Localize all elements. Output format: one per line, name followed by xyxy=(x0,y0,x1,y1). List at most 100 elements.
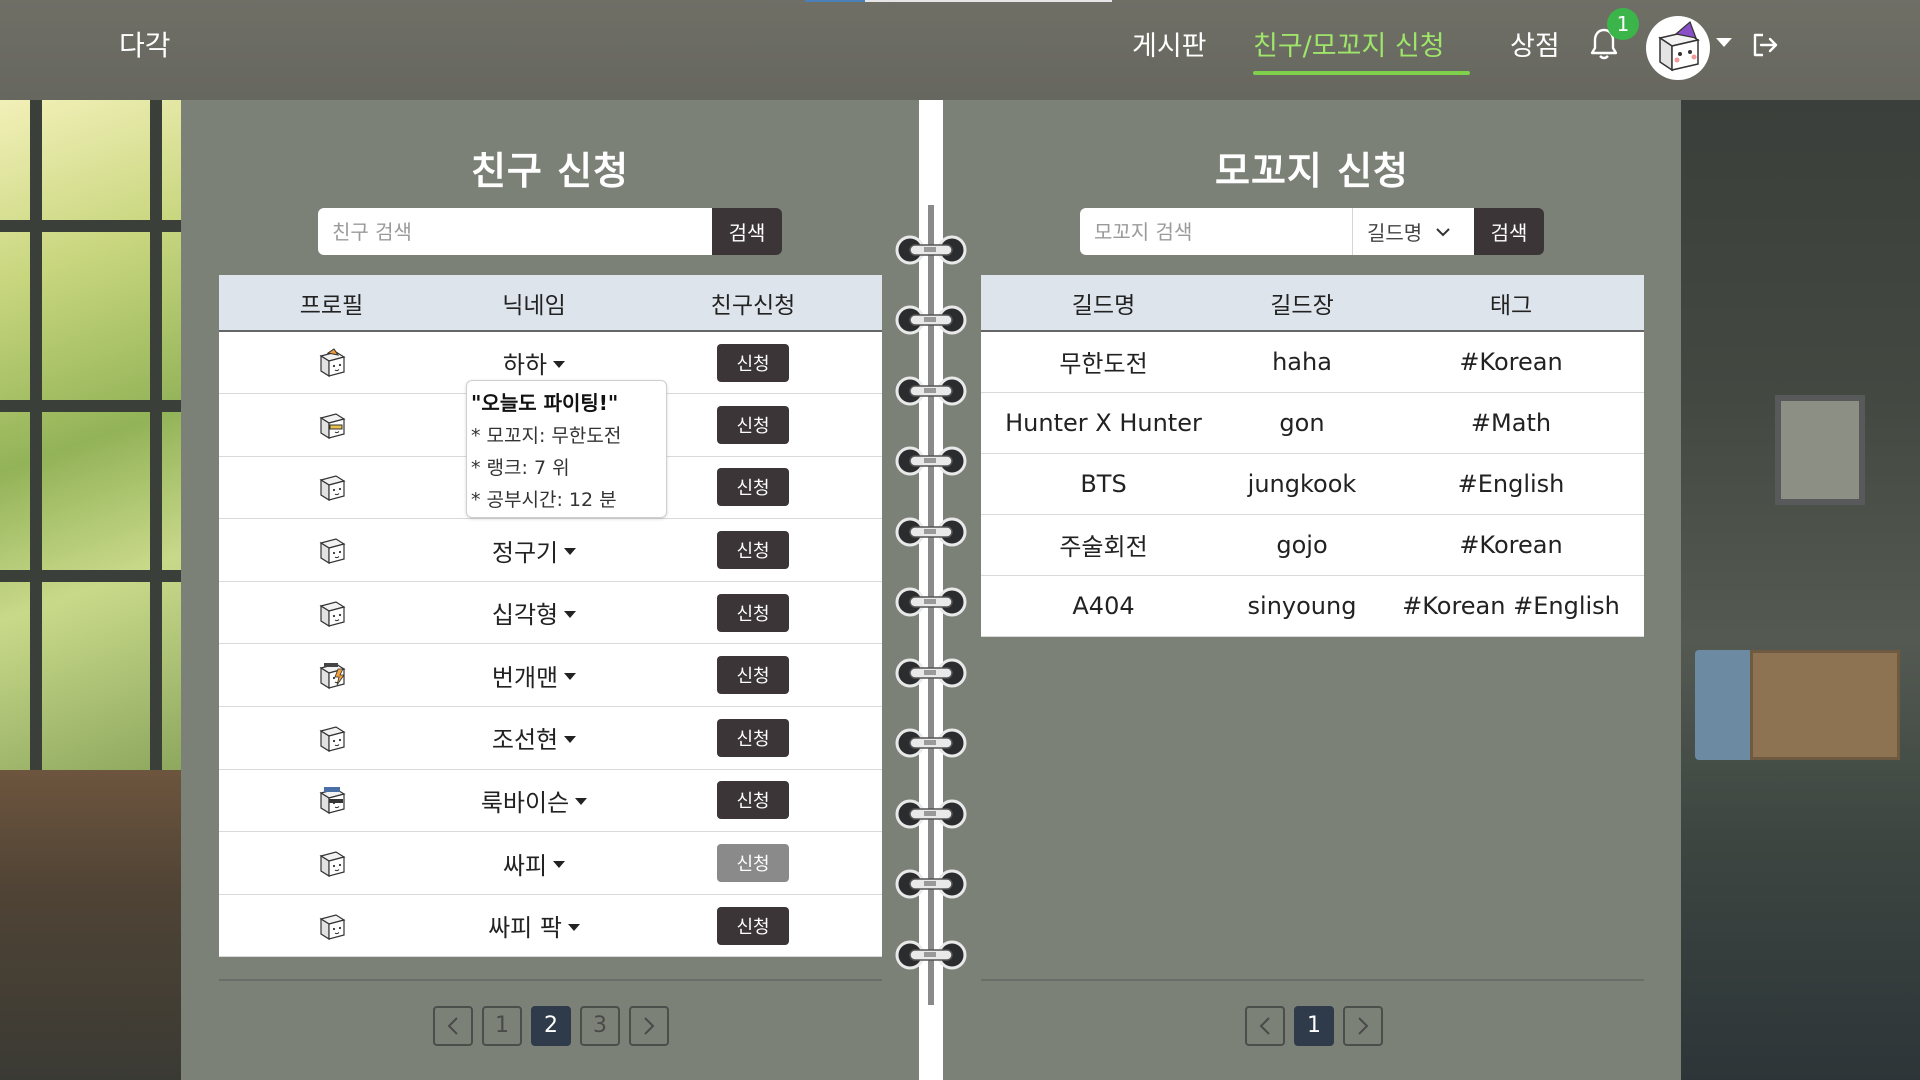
friend-request-button[interactable]: 신청 xyxy=(717,468,789,507)
friend-row: 싸피 신청 xyxy=(219,831,882,895)
friend-request-button[interactable]: 신청 xyxy=(717,718,789,757)
cube-avatar-plain-icon[interactable] xyxy=(316,723,348,752)
user-avatar[interactable] xyxy=(1646,16,1710,80)
friend-request-button[interactable]: 신청 xyxy=(717,781,789,820)
friend-profile-cell xyxy=(219,706,444,770)
friend-request-button[interactable]: 신청 xyxy=(717,906,789,945)
friend-row: 룩바이슨 신청 xyxy=(219,769,882,833)
app-logo[interactable]: 다각 xyxy=(119,24,171,64)
friend-nickname-cell: 싸피 팍 xyxy=(444,894,624,958)
cube-avatar-orange-hat-icon[interactable] xyxy=(316,347,348,377)
friend-nickname-dropdown[interactable]: 룩바이슨 xyxy=(481,783,588,818)
pagination-prev-button[interactable] xyxy=(433,1006,473,1046)
friend-request-button[interactable]: 신청 xyxy=(717,593,789,632)
friend-profile-cell xyxy=(219,581,444,645)
friend-profile-cell xyxy=(219,456,444,520)
friend-nickname-cell: 정구기 xyxy=(444,518,624,582)
cube-avatar-glasses-icon[interactable] xyxy=(316,410,348,439)
guild-table-header: 길드명 길드장 태그 xyxy=(981,275,1644,332)
column-header-guild-name: 길드명 xyxy=(981,275,1226,332)
friend-request-button[interactable]: 신청 xyxy=(717,844,789,883)
guild-tags: #Math xyxy=(1378,392,1644,454)
cube-avatar-lightning-icon[interactable] xyxy=(316,660,348,690)
nav-friend-guild-link[interactable]: 친구/모꼬지 신청 xyxy=(1253,24,1445,63)
guild-tags: #Korean xyxy=(1378,514,1644,576)
cube-avatar-plain-icon[interactable] xyxy=(316,911,348,940)
friend-profile-cell xyxy=(219,331,444,395)
caret-down-icon xyxy=(564,673,577,681)
friend-nickname-dropdown[interactable]: 싸피 팍 xyxy=(488,908,580,943)
friend-nickname-dropdown[interactable]: 정구기 xyxy=(491,533,577,568)
nav-shop-link[interactable]: 상점 xyxy=(1510,24,1560,63)
notebook-spiral-rings xyxy=(895,205,967,1005)
friend-request-button[interactable]: 신청 xyxy=(717,343,789,382)
friend-request-cell: 신청 xyxy=(624,643,882,708)
friend-profile-cell xyxy=(219,894,444,958)
cube-avatar-plain-icon[interactable] xyxy=(316,598,348,627)
pagination-page-2[interactable]: 2 xyxy=(531,1006,571,1046)
user-menu-caret-icon[interactable] xyxy=(1716,38,1732,47)
background-picture-frame xyxy=(1775,395,1865,505)
guild-row[interactable]: A404 sinyoung #Korean #English xyxy=(981,575,1644,637)
guild-tags: #Korean xyxy=(1378,331,1644,393)
friend-profile-cell xyxy=(219,769,444,833)
friend-nickname-cell: 번개맨 xyxy=(444,643,624,708)
friend-nickname: 조선현 xyxy=(491,726,559,755)
guild-table: 길드명 길드장 태그 무한도전 haha #Korean Hunter X Hunte… xyxy=(981,275,1644,637)
guild-row[interactable]: Hunter X Hunter gon #Math xyxy=(981,392,1644,454)
cube-avatar-plain-icon[interactable] xyxy=(316,535,348,565)
cube-avatar-plain-icon[interactable] xyxy=(316,472,348,502)
friend-request-button[interactable]: 신청 xyxy=(717,405,789,444)
friend-nickname-dropdown[interactable]: 십각형 xyxy=(492,595,577,630)
friend-search-input[interactable] xyxy=(318,208,712,255)
chevron-left-icon xyxy=(1259,1017,1270,1035)
friend-nickname-dropdown[interactable]: 하하 xyxy=(502,345,566,380)
guild-name: 주술회전 xyxy=(981,514,1226,576)
column-header-tags: 태그 xyxy=(1378,275,1644,332)
friend-nickname: 번개맨 xyxy=(491,663,559,692)
window-frame xyxy=(30,100,42,780)
friend-request-button[interactable]: 신청 xyxy=(717,656,789,695)
guild-row[interactable]: 무한도전 haha #Korean xyxy=(981,331,1644,393)
guild-row[interactable]: BTS jungkook #English xyxy=(981,453,1644,515)
friend-row: 십각형 신청 xyxy=(219,581,882,645)
guild-search-button[interactable]: 검색 xyxy=(1474,208,1544,255)
friend-nickname-dropdown[interactable]: 조선현 xyxy=(491,720,577,755)
guild-row[interactable]: 주술회전 gojo #Korean xyxy=(981,514,1644,576)
nav-active-underline xyxy=(1253,71,1470,75)
pagination-next-button[interactable] xyxy=(629,1006,669,1046)
friend-search-bar: 검색 xyxy=(318,208,782,255)
guild-search-input[interactable] xyxy=(1080,208,1352,255)
friend-nickname-dropdown[interactable]: 번개맨 xyxy=(491,658,577,693)
guild-name: Hunter X Hunter xyxy=(981,392,1226,454)
pagination-next-button[interactable] xyxy=(1343,1006,1383,1046)
guild-search-select-value: 길드명 xyxy=(1367,221,1423,245)
friend-row: 번개맨 신청 xyxy=(219,643,882,708)
friend-row: 싸피 팍 신청 xyxy=(219,894,882,958)
pagination-page-3[interactable]: 3 xyxy=(580,1006,620,1046)
guild-leader: jungkook xyxy=(1226,453,1378,515)
friend-request-cell: 신청 xyxy=(624,894,882,958)
caret-down-icon xyxy=(564,735,577,743)
profile-tooltip: "오늘도 파이팅!" * 모꼬지: 무한도전 * 랭크: 7 위 * 공부시간:… xyxy=(466,380,667,518)
column-header-profile: 프로필 xyxy=(219,275,444,332)
cube-avatar-sunglasses-icon[interactable] xyxy=(316,785,348,815)
friend-nickname-cell: 조선현 xyxy=(444,706,624,770)
notification-badge: 1 xyxy=(1607,8,1639,40)
friend-nickname: 정구기 xyxy=(491,538,559,567)
friend-nickname: 하하 xyxy=(502,351,548,380)
logout-icon[interactable] xyxy=(1750,30,1780,60)
friend-search-button[interactable]: 검색 xyxy=(712,208,782,255)
friend-nickname-dropdown[interactable]: 싸피 xyxy=(503,846,566,881)
guild-search-field-select[interactable]: 길드명 xyxy=(1352,208,1474,255)
guild-tags: #English xyxy=(1378,453,1644,515)
pagination-page-1[interactable]: 1 xyxy=(482,1006,522,1046)
friend-row: 조선현 신청 xyxy=(219,706,882,770)
nav-board-link[interactable]: 게시판 xyxy=(1132,24,1207,63)
pagination-prev-button[interactable] xyxy=(1245,1006,1285,1046)
pagination-page-1[interactable]: 1 xyxy=(1294,1006,1334,1046)
guild-leader: gojo xyxy=(1226,514,1378,576)
cube-avatar-plain-icon[interactable] xyxy=(316,848,348,878)
friend-request-button[interactable]: 신청 xyxy=(717,531,789,570)
chevron-right-icon xyxy=(1358,1017,1369,1035)
